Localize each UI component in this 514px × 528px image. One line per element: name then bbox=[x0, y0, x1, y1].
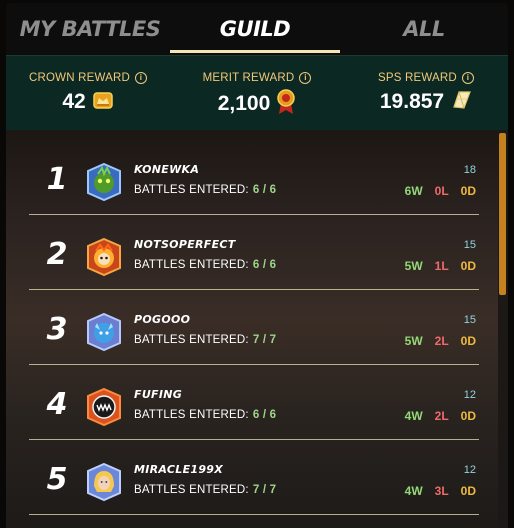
wins-count: 6W bbox=[404, 184, 423, 198]
rewards-bar: CROWN REWARD i 42 MERIT REWARD i 2,100 S… bbox=[6, 55, 508, 130]
sps-reward-value: 19.857 bbox=[379, 90, 445, 113]
player-rank: 4 bbox=[46, 387, 68, 422]
blonde-hero-avatar-icon bbox=[84, 462, 124, 502]
losses-count: 1L bbox=[434, 259, 449, 273]
battles-entered-count: 6 / 6 bbox=[252, 409, 277, 421]
battles-entered-count: 7 / 7 bbox=[252, 484, 277, 496]
player-record: 4W 3L 0D bbox=[393, 484, 476, 498]
tab-my-battles[interactable]: MY BATTLES bbox=[6, 3, 174, 55]
battles-entered: BATTLES ENTERED: 7 / 7 bbox=[134, 334, 276, 346]
player-name[interactable]: POGOOO bbox=[134, 313, 190, 326]
info-icon[interactable]: i bbox=[461, 72, 474, 84]
crown-token-icon bbox=[92, 89, 114, 115]
battles-entered-count: 7 / 7 bbox=[252, 334, 277, 346]
scrollbar-thumb[interactable] bbox=[499, 133, 506, 295]
dark-monster-avatar-icon bbox=[84, 387, 124, 427]
tab-all[interactable]: ALL bbox=[340, 3, 508, 55]
player-points: 12 bbox=[463, 464, 476, 476]
active-tab-indicator bbox=[170, 50, 340, 53]
player-record: 5W 1L 0D bbox=[393, 259, 476, 273]
player-rank: 1 bbox=[46, 162, 68, 197]
player-record: 6W 0L 0D bbox=[393, 184, 476, 198]
battles-entered-label: BATTLES ENTERED: bbox=[134, 409, 249, 421]
wins-count: 4W bbox=[404, 409, 423, 423]
player-name[interactable]: NOTSOPERFECT bbox=[134, 238, 236, 251]
player-row[interactable]: 4 FUFING BATTLES ENTERED: 6 / 6 12 4W 2L 0D bbox=[6, 365, 498, 440]
player-points: 15 bbox=[463, 239, 476, 251]
sps-reward: SPS REWARD i 19.857 bbox=[346, 66, 506, 115]
tab-guild[interactable]: GUILD bbox=[170, 3, 340, 55]
player-record: 5W 2L 0D bbox=[393, 334, 476, 348]
battles-entered: BATTLES ENTERED: 6 / 6 bbox=[134, 259, 276, 271]
losses-count: 2L bbox=[434, 409, 449, 423]
player-name[interactable]: KONEWKA bbox=[134, 163, 199, 176]
sps-token-icon bbox=[450, 89, 472, 115]
battles-entered-label: BATTLES ENTERED: bbox=[134, 334, 249, 346]
player-points: 15 bbox=[463, 314, 476, 326]
player-record: 4W 2L 0D bbox=[393, 409, 476, 423]
merit-reward-label: MERIT REWARD bbox=[202, 72, 295, 84]
merit-reward: MERIT REWARD i 2,100 bbox=[177, 66, 337, 119]
info-icon[interactable]: i bbox=[135, 72, 147, 84]
losses-count: 3L bbox=[434, 484, 449, 498]
player-rank: 2 bbox=[46, 237, 68, 272]
battles-entered: BATTLES ENTERED: 7 / 7 bbox=[134, 484, 276, 496]
player-row[interactable]: 5 MIRACLE199X BATTLES ENTERED: 7 / 7 12 4… bbox=[6, 440, 498, 515]
battles-entered-label: BATTLES ENTERED: bbox=[134, 184, 249, 196]
battles-entered-label: BATTLES ENTERED: bbox=[134, 484, 249, 496]
row-divider bbox=[29, 514, 479, 515]
battles-entered-count: 6 / 6 bbox=[252, 259, 277, 271]
sps-reward-label: SPS REWARD bbox=[378, 72, 457, 84]
draws-count: 0D bbox=[460, 259, 476, 273]
draws-count: 0D bbox=[460, 409, 476, 423]
tab-bar: MY BATTLES GUILD ALL bbox=[6, 3, 508, 55]
player-rank: 3 bbox=[46, 312, 68, 347]
battles-entered-count: 6 / 6 bbox=[252, 184, 277, 196]
player-points: 12 bbox=[463, 389, 476, 401]
crown-reward-label: CROWN REWARD bbox=[29, 72, 130, 84]
draws-count: 0D bbox=[460, 334, 476, 348]
wins-count: 4W bbox=[404, 484, 423, 498]
player-points: 18 bbox=[463, 164, 476, 176]
green-creature-avatar-icon bbox=[84, 162, 124, 202]
player-name[interactable]: FUFING bbox=[134, 388, 182, 401]
info-icon[interactable]: i bbox=[299, 72, 312, 84]
blue-creature-avatar-icon bbox=[84, 312, 124, 352]
battles-entered: BATTLES ENTERED: 6 / 6 bbox=[134, 409, 276, 421]
wins-count: 5W bbox=[404, 259, 423, 273]
player-rank: 5 bbox=[46, 462, 68, 497]
crown-reward: CROWN REWARD i 42 bbox=[8, 66, 168, 115]
player-row[interactable]: 3 POGOOO BATTLES ENTERED: 7 / 7 15 5W 2L 0D bbox=[6, 290, 498, 365]
battles-entered: BATTLES ENTERED: 6 / 6 bbox=[134, 184, 276, 196]
losses-count: 0L bbox=[434, 184, 449, 198]
draws-count: 0D bbox=[460, 184, 476, 198]
merit-medal-icon bbox=[276, 89, 296, 119]
merit-reward-value: 2,100 bbox=[217, 92, 271, 115]
battles-entered-label: BATTLES ENTERED: bbox=[134, 259, 249, 271]
player-list[interactable]: 1 KONEWKA BATTLES ENTERED: 6 / 6 18 6W 0L 0… bbox=[6, 130, 498, 528]
wins-count: 5W bbox=[404, 334, 423, 348]
player-row[interactable]: 1 KONEWKA BATTLES ENTERED: 6 / 6 18 6W 0L 0… bbox=[6, 140, 498, 215]
leaderboard-panel: MY BATTLES GUILD ALL CROWN REWARD i 42 M… bbox=[6, 3, 508, 528]
player-name[interactable]: MIRACLE199X bbox=[134, 463, 223, 476]
losses-count: 2L bbox=[434, 334, 449, 348]
player-row[interactable]: 2 NOTSOPERFECT BATTLES ENTERED: 6 / 6 15 … bbox=[6, 215, 498, 290]
crown-reward-value: 42 bbox=[62, 90, 86, 113]
draws-count: 0D bbox=[460, 484, 476, 498]
fire-creature-avatar-icon bbox=[84, 237, 124, 277]
